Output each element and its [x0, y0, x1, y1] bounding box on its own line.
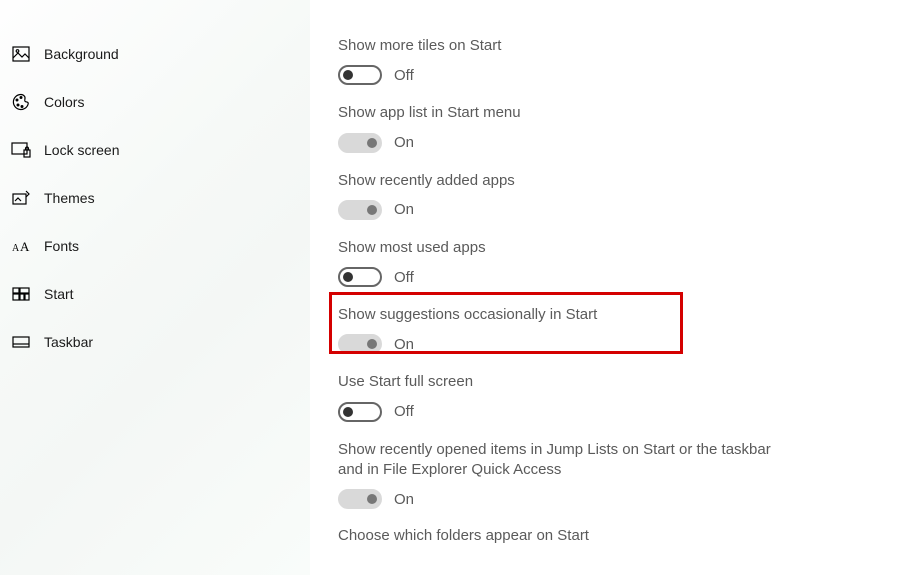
themes-icon [11, 188, 31, 208]
toggle-full-screen[interactable] [338, 402, 382, 422]
toggle-row: On [338, 133, 871, 153]
toggle-state: Off [394, 403, 414, 420]
sidebar-item-background[interactable]: Background [0, 30, 310, 78]
start-icon [11, 284, 31, 304]
sidebar-item-label: Colors [44, 94, 84, 110]
sidebar-item-taskbar[interactable]: Taskbar [0, 318, 310, 366]
setting-label: Show most used apps [338, 238, 871, 258]
choose-folders-link[interactable]: Choose which folders appear on Start [338, 527, 871, 544]
sidebar-item-label: Start [44, 286, 74, 302]
toggle-row: On [338, 200, 871, 220]
sidebar-item-label: Taskbar [44, 334, 93, 350]
setting-recently-added: Show recently added apps On [338, 171, 871, 220]
toggle-row: Off [338, 267, 871, 287]
lock-screen-icon [11, 140, 31, 160]
fonts-icon: A A [11, 236, 31, 256]
toggle-app-list[interactable] [338, 133, 382, 153]
toggle-row: Off [338, 65, 871, 85]
toggle-row: Off [338, 402, 871, 422]
toggle-suggestions[interactable] [338, 334, 382, 354]
settings-content: Show more tiles on Start Off Show app li… [310, 0, 911, 575]
sidebar-item-colors[interactable]: Colors [0, 78, 310, 126]
sidebar-item-lock-screen[interactable]: Lock screen [0, 126, 310, 174]
toggle-state: On [394, 491, 414, 508]
setting-app-list: Show app list in Start menu On [338, 103, 871, 152]
sidebar-item-start[interactable]: Start [0, 270, 310, 318]
sidebar-item-themes[interactable]: Themes [0, 174, 310, 222]
sidebar: Background Colors Lock screen [0, 0, 310, 575]
toggle-more-tiles[interactable] [338, 65, 382, 85]
setting-label: Show recently added apps [338, 171, 871, 191]
setting-more-tiles: Show more tiles on Start Off [338, 36, 871, 85]
picture-icon [11, 44, 31, 64]
toggle-state: On [394, 336, 414, 353]
sidebar-item-label: Lock screen [44, 142, 119, 158]
setting-label: Show suggestions occasionally in Start [338, 305, 871, 325]
sidebar-item-label: Themes [44, 190, 95, 206]
toggle-state: On [394, 201, 414, 218]
toggle-recently-added[interactable] [338, 200, 382, 220]
toggle-state: Off [394, 269, 414, 286]
svg-text:A: A [20, 239, 30, 254]
setting-label: Show more tiles on Start [338, 36, 871, 56]
sidebar-item-label: Background [44, 46, 119, 62]
toggle-most-used[interactable] [338, 267, 382, 287]
sidebar-item-fonts[interactable]: A A Fonts [0, 222, 310, 270]
setting-label: Show app list in Start menu [338, 103, 871, 123]
toggle-row: On [338, 334, 871, 354]
svg-text:A: A [12, 243, 20, 254]
setting-suggestions: Show suggestions occasionally in Start O… [338, 305, 871, 354]
setting-label: Use Start full screen [338, 372, 871, 392]
sidebar-item-label: Fonts [44, 238, 79, 254]
toggle-state: On [394, 134, 414, 151]
toggle-state: Off [394, 67, 414, 84]
setting-label: Show recently opened items in Jump Lists… [338, 440, 783, 481]
setting-recent-items: Show recently opened items in Jump Lists… [338, 440, 871, 510]
palette-icon [11, 92, 31, 112]
setting-full-screen: Use Start full screen Off [338, 372, 871, 421]
toggle-recent-items[interactable] [338, 489, 382, 509]
taskbar-icon [11, 332, 31, 352]
setting-most-used: Show most used apps Off [338, 238, 871, 287]
toggle-row: On [338, 489, 871, 509]
